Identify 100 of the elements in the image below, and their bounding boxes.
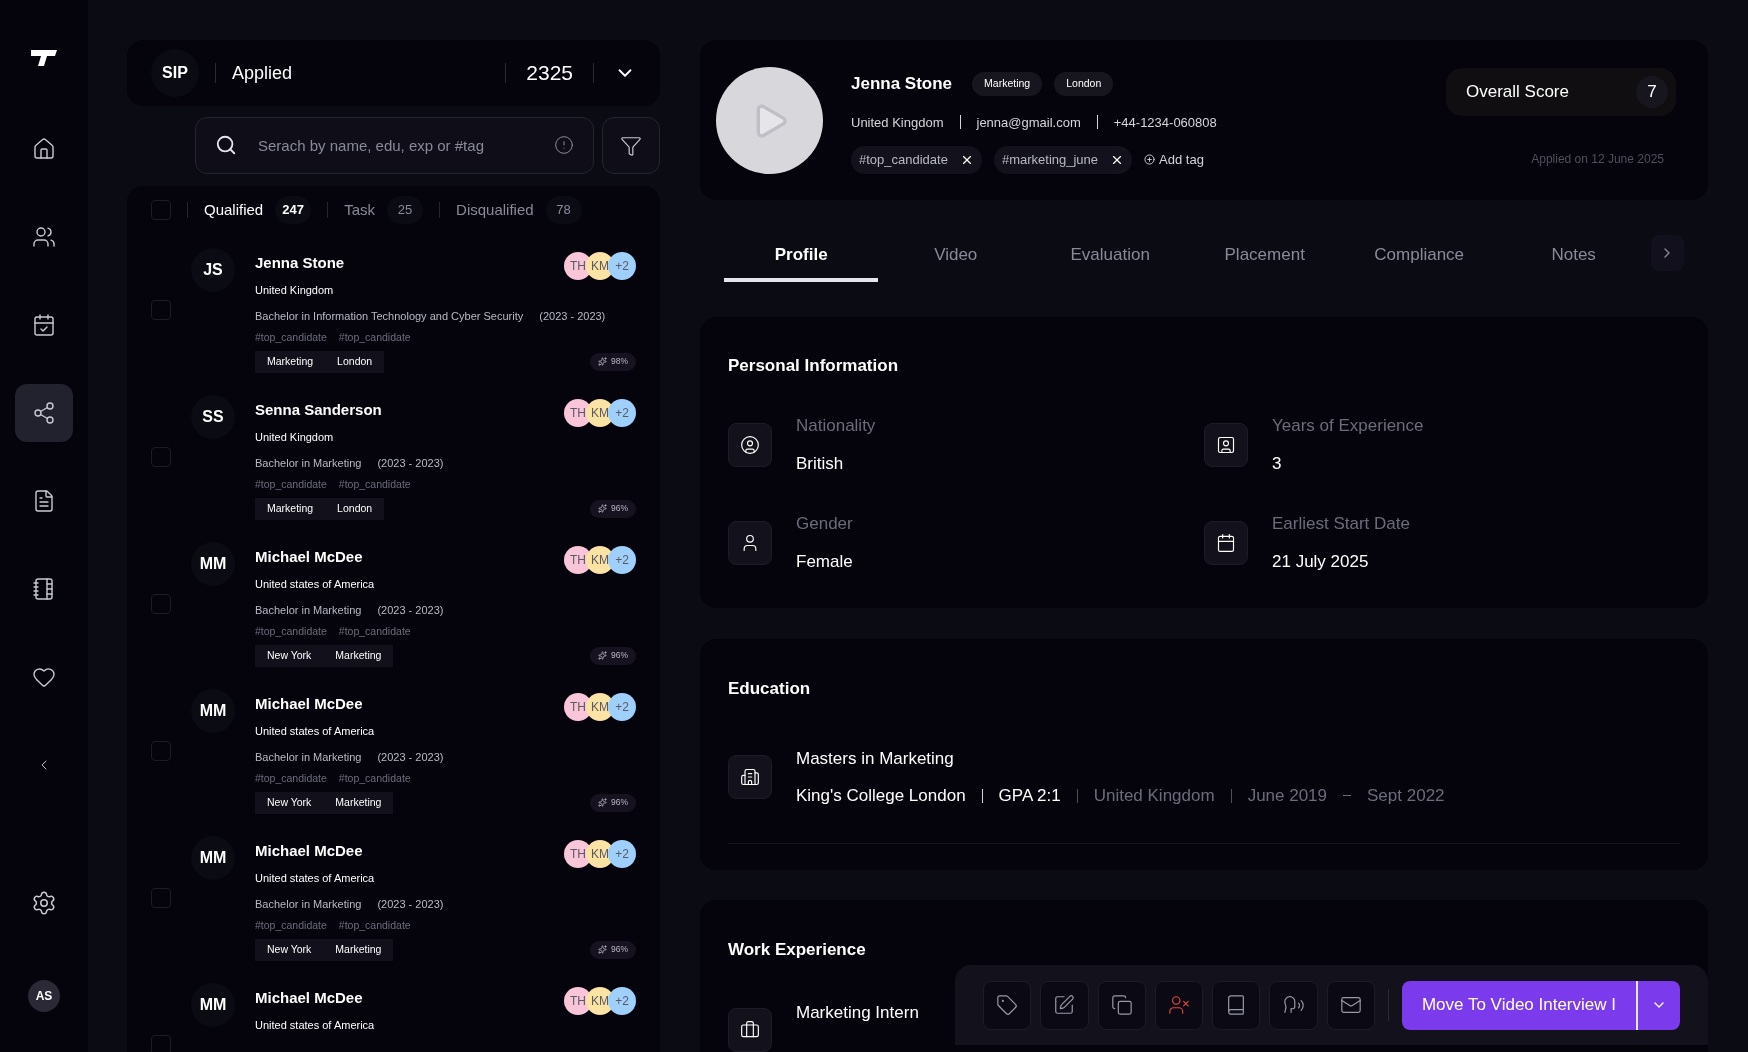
field-value: 3 [1272,452,1283,475]
toolbar-button[interactable] [1097,980,1146,1030]
candidate-initials: MM [191,983,235,1027]
profile-tab[interactable]: Video [878,231,1033,282]
field-value: 21 July 2025 [1272,550,1370,573]
list-tab[interactable]: Task [344,198,376,222]
field-label: Years of Experience [1272,415,1424,438]
profile-phone: +44-1234-060808 [1113,113,1217,132]
settings-icon[interactable] [31,890,57,916]
profile-tag: #top_candidate [851,146,982,174]
candidate-name[interactable]: Senna Sanderson [255,399,382,422]
checkbox[interactable] [151,888,171,908]
checkbox[interactable] [151,447,171,467]
candidate-education: Bachelor in Marketing [255,602,362,618]
profile-name: Jenna Stone [851,73,953,95]
score-value: 7 [1636,76,1668,108]
users-icon [32,225,56,249]
role-title: Marketing Intern [796,1002,919,1024]
toolbar-button[interactable] [983,980,1032,1030]
sidebar-item[interactable] [15,384,73,442]
candidate-initials: MM [191,836,235,880]
toolbar-button[interactable] [1269,980,1318,1030]
candidate-name[interactable]: Michael McDee [255,840,363,863]
candidate-initials: JS [191,248,235,292]
user-square-icon [1216,434,1236,455]
match-score: 96% [590,940,636,959]
tab-count: 78 [545,196,582,224]
applied-date: Applied on 12 June 2025 [1531,151,1665,168]
candidate-years: (2023 - 2023) [377,455,444,471]
candidate-name[interactable]: Michael McDee [255,693,363,716]
candidate-initials: MM [191,542,235,586]
candidate-country: United states of America [255,724,376,739]
chip-label: Marketing [266,353,315,369]
mail-icon [1339,994,1362,1016]
stage-count: 2325 [526,60,573,87]
candidate-years: (2023 - 2023) [377,749,444,765]
speaking-person-icon [1282,994,1305,1016]
candidate-name[interactable]: Michael McDee [255,987,363,1010]
field-value: British [796,452,845,475]
section-title: Education [728,678,812,700]
briefcase-icon [740,1020,760,1040]
add-tag-button[interactable]: Add tag [1144,150,1204,170]
toolbar-button[interactable] [1154,980,1204,1030]
match-score: 96% [590,646,636,665]
sparkle-icon [598,504,607,514]
checkbox[interactable] [151,200,171,220]
list-tab[interactable]: Qualified [204,198,264,222]
profile-country: United Kingdom [851,113,944,132]
candidate-tag: #top_candidate [255,624,327,640]
calendar-icon [1216,532,1236,553]
building-icon [740,767,760,787]
candidate-name[interactable]: Jenna Stone [255,252,345,275]
candidate-tag: #top_candidate [255,330,327,346]
chip-label: Marketing [334,794,383,810]
candidate-initials: MM [191,689,235,733]
profile-tab[interactable]: Evaluation [1032,231,1188,282]
candidate-tag: #top_candidate [338,918,411,934]
toolbar-button[interactable] [1040,980,1089,1030]
list-tab[interactable]: Disqualified [456,198,534,222]
filter-icon [620,134,642,157]
toolbar-button[interactable] [1212,980,1261,1030]
stage-code: SIP [151,49,199,97]
profile-tab[interactable]: Notes [1496,231,1651,282]
school-country: United Kingdom [1093,785,1215,807]
chip-label: Marketing [334,647,383,663]
info-icon[interactable] [554,135,574,155]
tag-icon [996,994,1019,1016]
reviewer-avatar: +2 [608,987,636,1015]
checkbox[interactable] [151,741,171,761]
chip-label: Marketing [266,500,315,516]
share-icon [32,401,56,425]
checkbox[interactable] [151,300,171,320]
score-label: Overall Score [1466,81,1569,104]
notebook-icon [32,577,56,601]
candidate-tag: #top_candidate [255,771,327,787]
field-value: Female [796,550,853,573]
profile-tab[interactable]: Profile [724,231,879,282]
user-avatar[interactable]: AS [28,980,60,1012]
school-name: King's College London [796,785,966,807]
reviewer-avatar: +2 [608,252,636,280]
profile-tab[interactable]: Placement [1187,231,1342,282]
match-score: 96% [590,499,636,518]
search-icon [215,134,237,156]
search-field[interactable]: Serach by name, edu, exp or #tag [195,117,594,174]
candidate-country: United Kingdom [255,283,335,298]
candidate-name[interactable]: Michael McDee [255,546,363,569]
chip-label: London [336,353,374,369]
candidate-country: United states of America [255,1018,376,1033]
section-title: Personal Information [728,354,900,377]
profile-tag: #marketing_june [993,146,1133,174]
copy-icon [1110,994,1133,1016]
candidate-country: United states of America [255,577,376,592]
checkbox[interactable] [151,594,171,614]
candidate-years: (2023 - 2023) [377,602,444,618]
profile-tab[interactable]: Compliance [1341,231,1497,282]
checkbox[interactable] [151,1035,171,1052]
filter-button[interactable] [602,117,660,174]
sparkle-icon [598,357,607,367]
toolbar-button[interactable] [1326,980,1375,1030]
edit-icon [1053,994,1076,1016]
